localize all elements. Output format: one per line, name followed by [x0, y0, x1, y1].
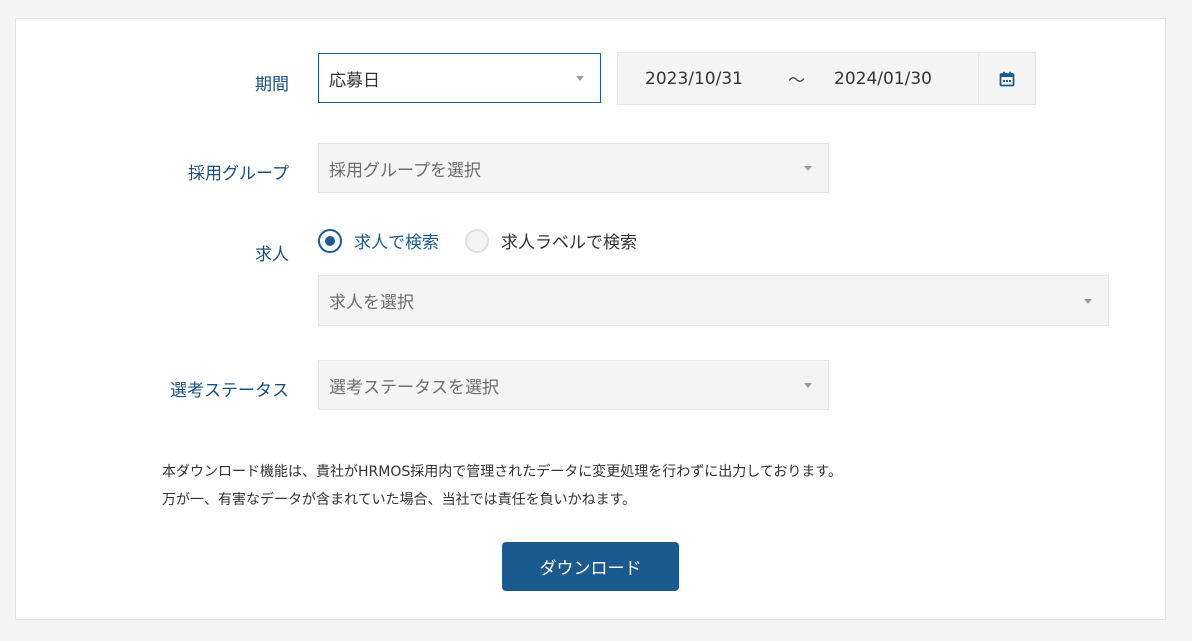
- date-start[interactable]: 2023/10/31: [645, 69, 743, 89]
- chevron-down-icon: [576, 76, 584, 81]
- recruit-group-placeholder: 採用グループを選択: [329, 160, 481, 181]
- job-select[interactable]: 求人を選択: [318, 275, 1109, 326]
- period-label: 期間: [255, 75, 289, 95]
- status-select[interactable]: 選考ステータスを選択: [318, 360, 829, 410]
- radio-unchecked-icon: [465, 228, 489, 253]
- date-end[interactable]: 2024/01/30: [834, 69, 932, 89]
- radio-label: 求人で検索: [354, 233, 439, 253]
- calendar-button[interactable]: [978, 53, 1035, 104]
- radio-label: 求人ラベルで検索: [501, 233, 637, 253]
- download-button[interactable]: ダウンロード: [502, 542, 679, 591]
- chevron-down-icon: [804, 383, 812, 388]
- radio-search-by-job[interactable]: 求人で検索: [318, 228, 439, 253]
- radio-search-by-job-label[interactable]: 求人ラベルで検索: [465, 228, 637, 253]
- job-placeholder: 求人を選択: [329, 293, 414, 313]
- date-separator: 〜: [788, 71, 805, 91]
- job-label: 求人: [255, 245, 289, 265]
- period-type-value: 応募日: [329, 70, 380, 91]
- calendar-icon: [999, 71, 1015, 86]
- job-search-mode: 求人で検索 求人ラベルで検索: [318, 228, 663, 253]
- chevron-down-icon: [1084, 298, 1092, 304]
- radio-checked-icon: [318, 228, 342, 253]
- disclaimer-notice: 本ダウンロード機能は、貴社がHRMOS採用内で管理されたデータに変更処理を行わず…: [162, 458, 842, 514]
- period-type-select[interactable]: 応募日: [318, 53, 601, 103]
- status-label: 選考ステータス: [170, 381, 289, 401]
- disclaimer-line-2: 万が一、有害なデータが含まれていた場合、当社では責任を負いかねます。: [162, 492, 637, 508]
- disclaimer-line-1: 本ダウンロード機能は、貴社がHRMOS採用内で管理されたデータに変更処理を行わず…: [162, 464, 842, 480]
- date-range-field[interactable]: 2023/10/31 〜 2024/01/30: [617, 52, 1036, 105]
- status-placeholder: 選考ステータスを選択: [329, 377, 499, 398]
- recruit-group-label: 採用グループ: [188, 164, 289, 184]
- recruit-group-select[interactable]: 採用グループを選択: [318, 143, 829, 193]
- chevron-down-icon: [804, 166, 812, 171]
